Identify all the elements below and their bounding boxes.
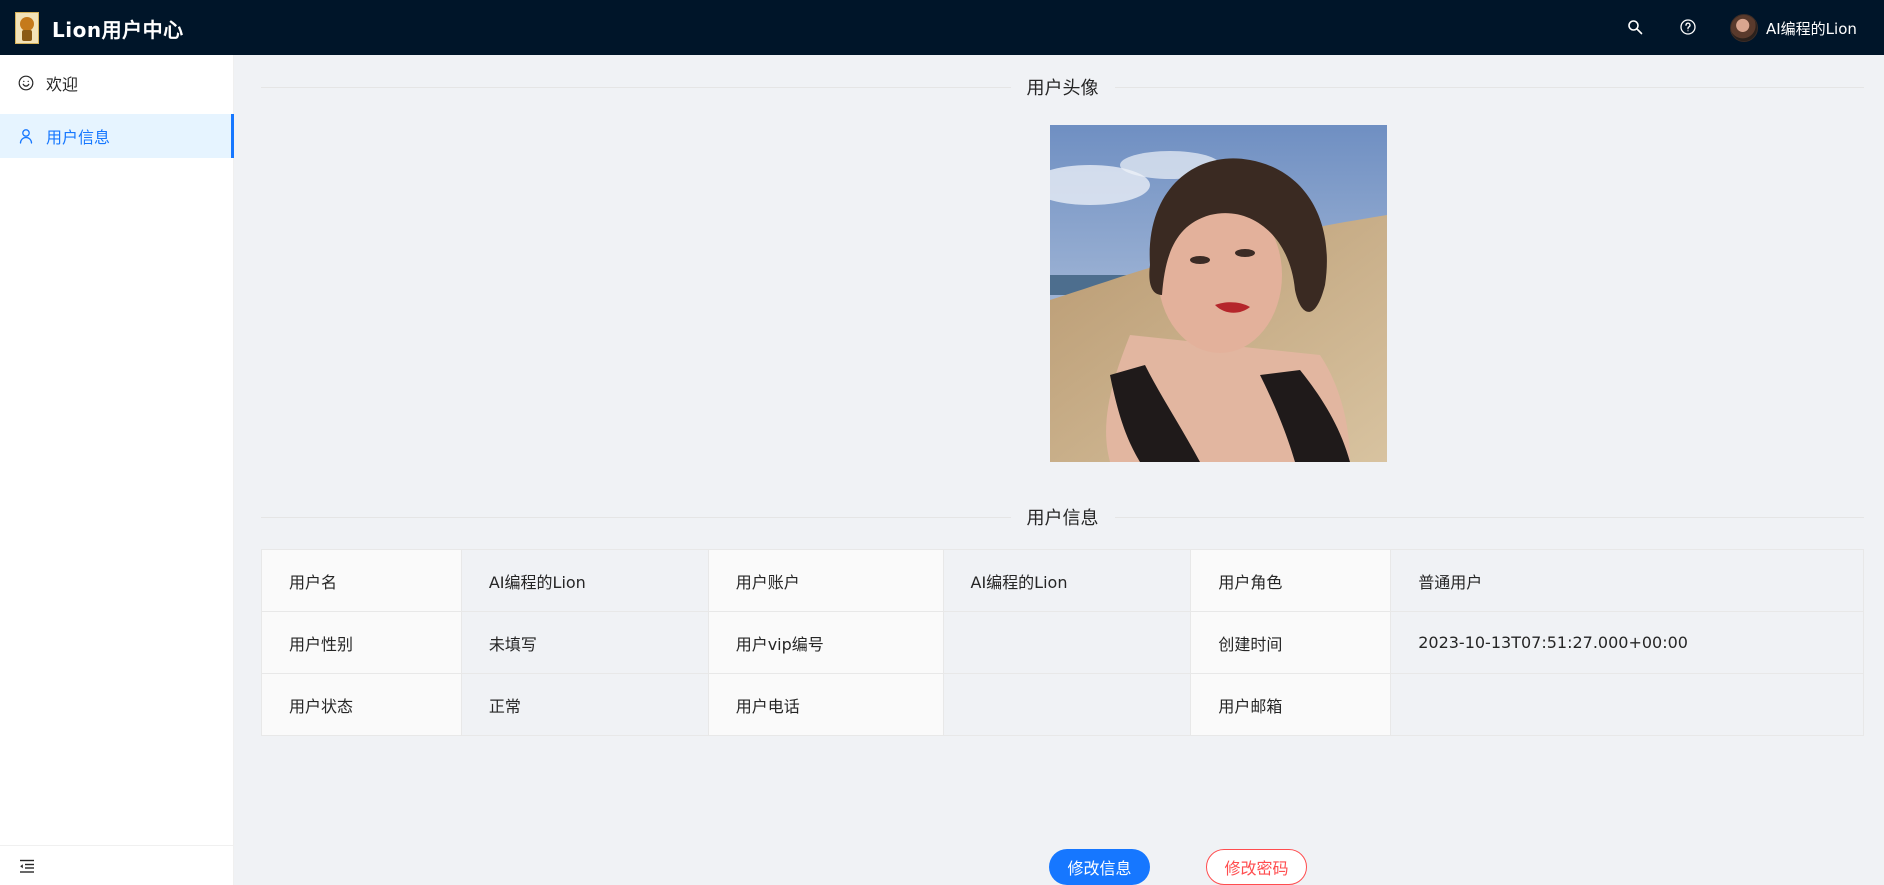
- field-label: 创建时间: [1190, 611, 1392, 674]
- table-row: 用户名 AI编程的Lion 用户账户 AI编程的Lion 用户角色 普通用户: [261, 549, 1864, 612]
- avatar-section-divider: 用户头像: [261, 76, 1864, 99]
- avatar: [1730, 14, 1758, 42]
- sidebar-item-label: 用户信息: [46, 128, 111, 147]
- field-value: 2023-10-13T07:51:27.000+00:00: [1390, 611, 1864, 674]
- field-value: 普通用户: [1390, 549, 1864, 612]
- app-logo[interactable]: [15, 12, 39, 44]
- table-row: 用户性别 未填写 用户vip编号 创建时间 2023-10-13T07:51:2…: [261, 611, 1864, 674]
- sidebar-item-user-info[interactable]: 用户信息: [0, 114, 234, 158]
- field-value: [942, 673, 1192, 736]
- question-circle-icon[interactable]: [1678, 17, 1698, 37]
- info-section-title: 用户信息: [1026, 508, 1099, 529]
- field-value: AI编程的Lion: [460, 549, 709, 612]
- field-label: 用户vip编号: [707, 611, 944, 674]
- field-label: 用户名: [261, 549, 462, 612]
- logo-lion-body: [22, 30, 32, 41]
- field-value: 正常: [460, 673, 709, 736]
- change-password-button[interactable]: 修改密码: [1206, 849, 1307, 885]
- menu-fold-button[interactable]: [0, 845, 234, 885]
- sidebar-item-label: 欢迎: [46, 75, 79, 94]
- app-title[interactable]: Lion用户中心: [52, 14, 184, 43]
- edit-info-button[interactable]: 修改信息: [1049, 849, 1150, 885]
- field-label: 用户账户: [707, 549, 944, 612]
- field-label: 用户邮箱: [1190, 673, 1392, 736]
- user-info-table: 用户名 AI编程的Lion 用户账户 AI编程的Lion 用户角色 普通用户 用…: [261, 549, 1864, 736]
- info-section-divider: 用户信息: [261, 506, 1864, 529]
- header-user-name: AI编程的Lion: [1766, 19, 1857, 38]
- field-value: 未填写: [460, 611, 709, 674]
- field-value: [1390, 673, 1864, 736]
- smile-icon: [18, 75, 34, 91]
- table-row: 用户状态 正常 用户电话 用户邮箱: [261, 673, 1864, 736]
- field-label: 用户电话: [707, 673, 944, 736]
- menu-fold-icon: [20, 859, 34, 873]
- user-icon: [19, 129, 33, 144]
- sidebar-item-welcome[interactable]: 欢迎: [0, 61, 234, 105]
- sidebar: 欢迎 用户信息: [0, 55, 234, 885]
- field-label: 用户性别: [261, 611, 462, 674]
- field-label: 用户角色: [1190, 549, 1392, 612]
- field-value: AI编程的Lion: [942, 549, 1192, 612]
- logo-lion-head: [20, 17, 34, 31]
- user-menu[interactable]: AI编程的Lion: [1730, 14, 1857, 42]
- field-label: 用户状态: [261, 673, 462, 736]
- search-icon[interactable]: [1625, 17, 1645, 37]
- avatar-section-title: 用户头像: [1026, 78, 1099, 99]
- top-header: Lion用户中心 AI编程的Lion: [0, 0, 1884, 55]
- user-avatar-image: [1050, 125, 1387, 462]
- field-value: [942, 611, 1192, 674]
